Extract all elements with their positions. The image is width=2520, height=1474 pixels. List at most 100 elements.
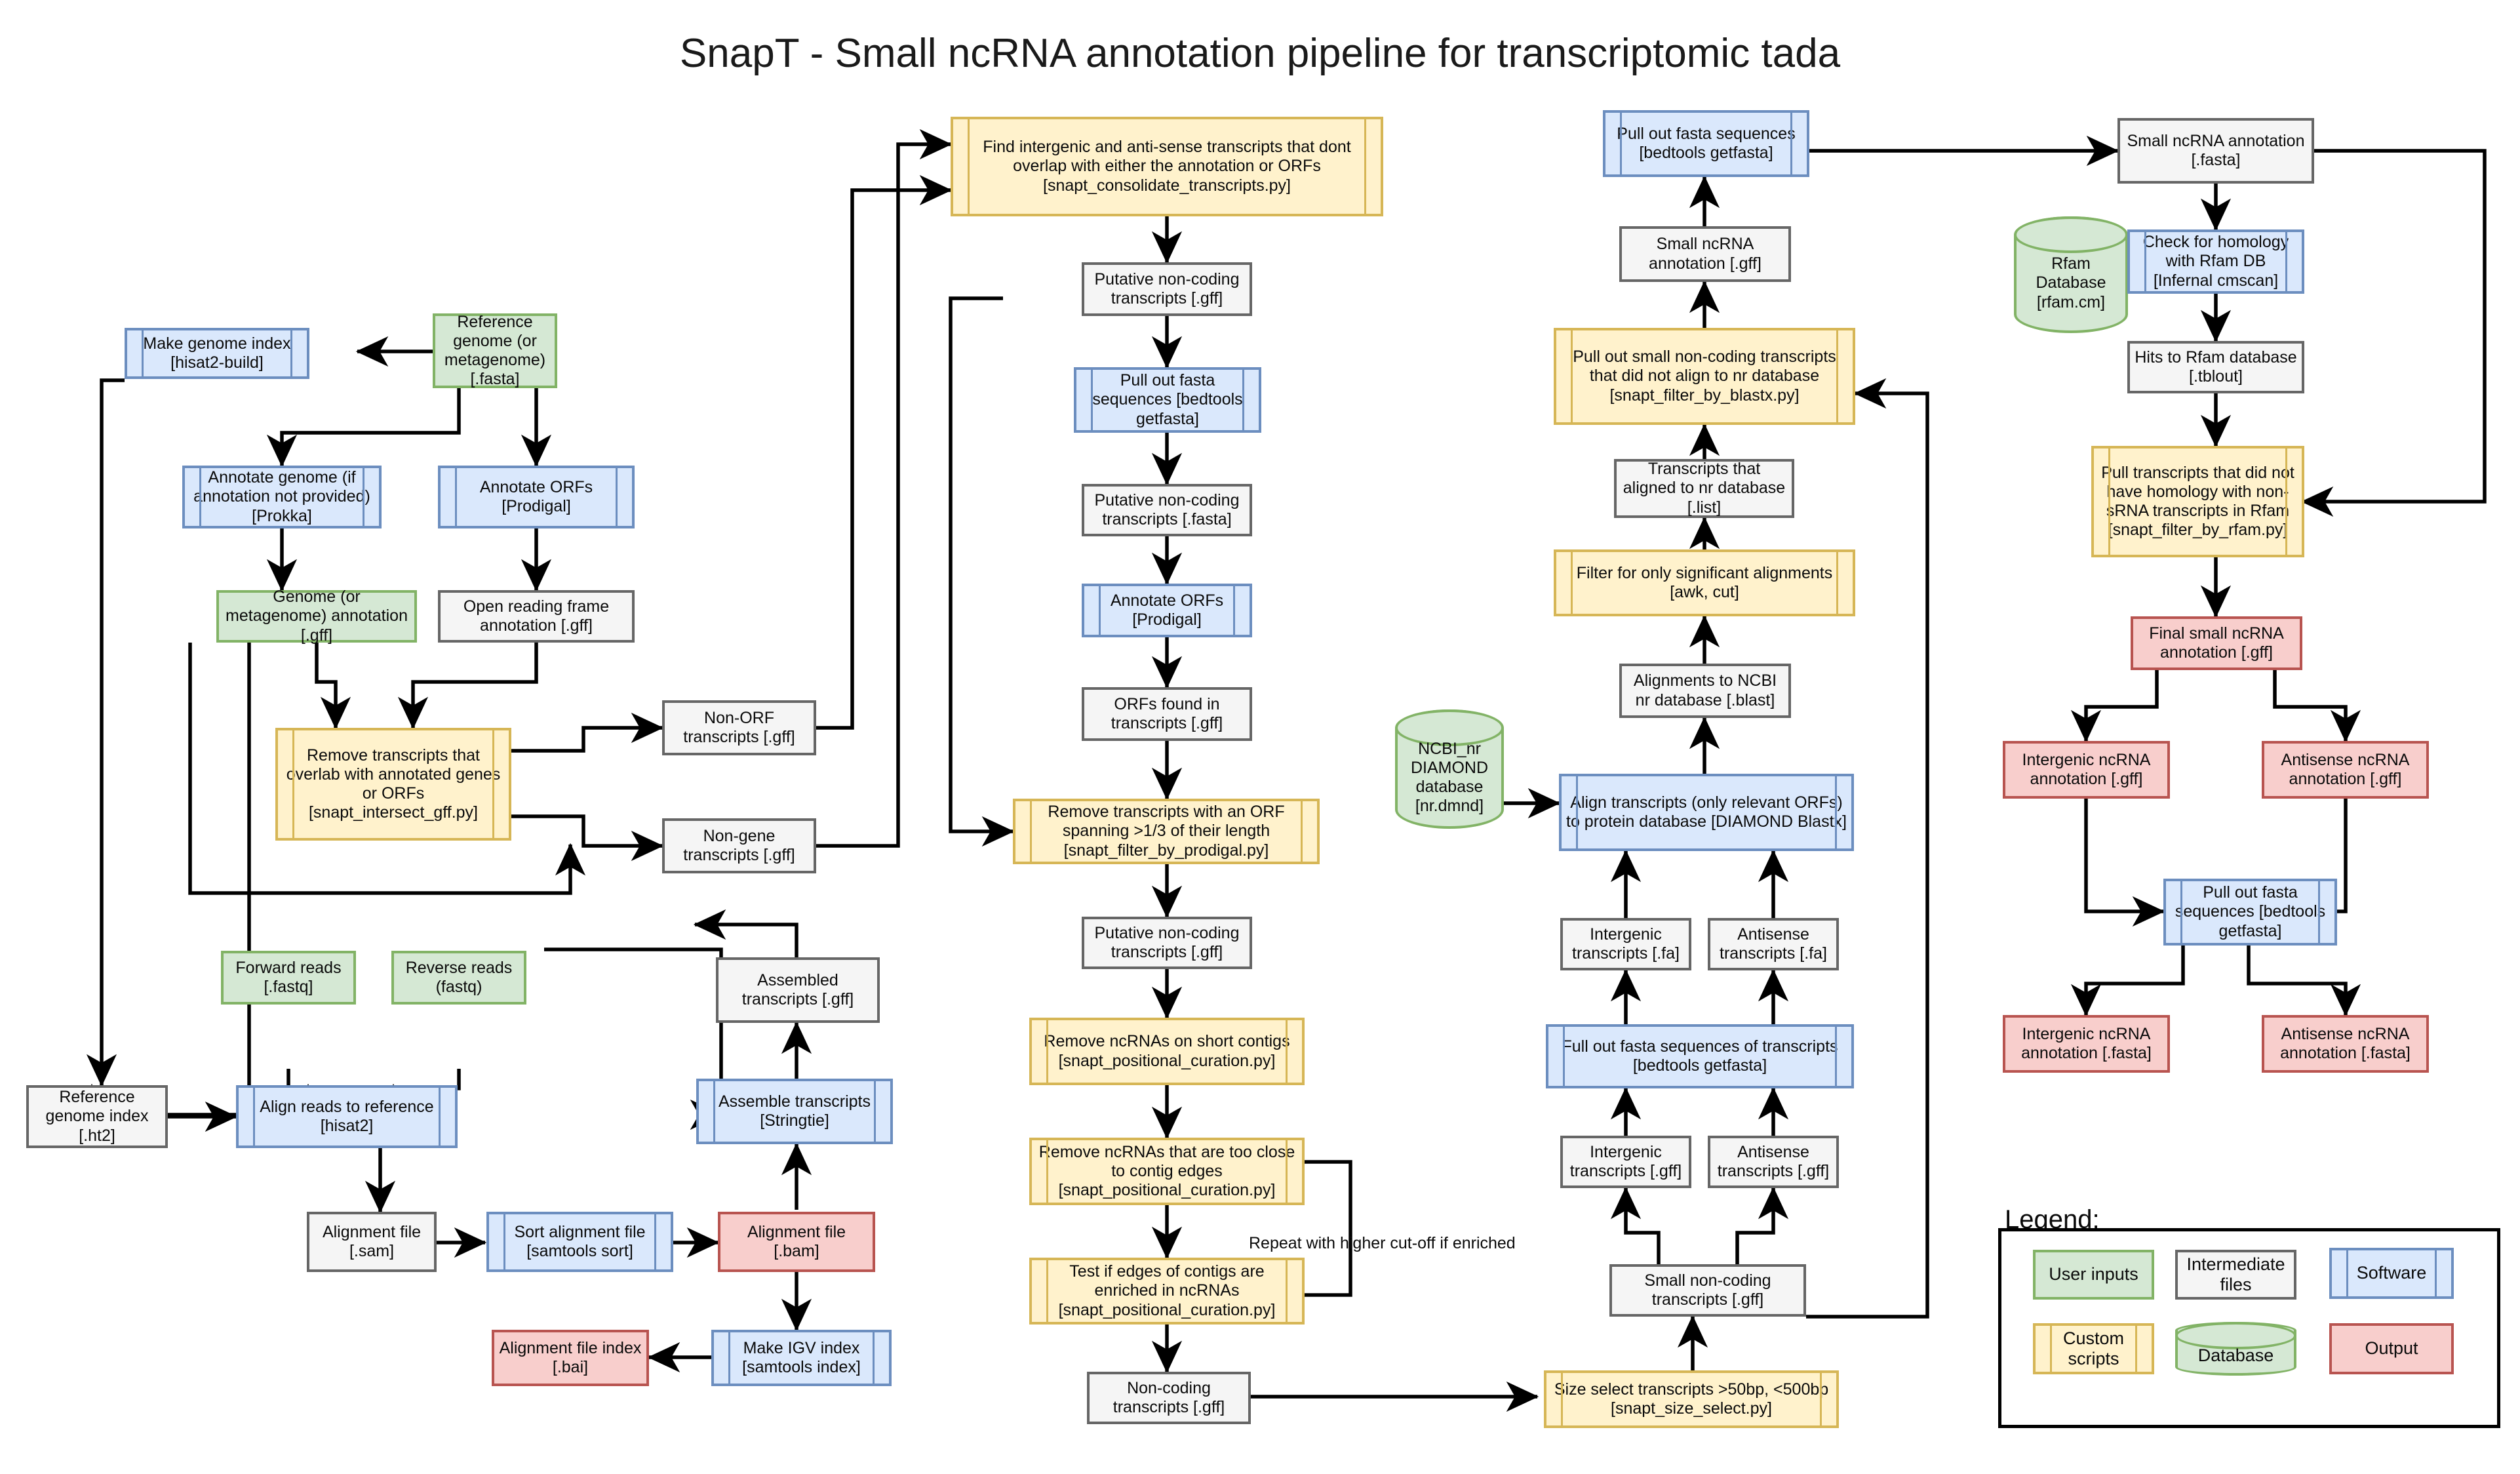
node-label: Antisense transcripts [.gff]	[1717, 1142, 1830, 1180]
node-label: Antisense ncRNA annotation [.gff]	[2281, 750, 2410, 788]
node-make-genome-index[interactable]: Make genome index [hisat2-build]	[125, 328, 309, 379]
node-label: Reference genome (or metagenome) [.fasta…	[444, 312, 546, 389]
node-assembled-transcripts[interactable]: Assembled transcripts [.gff]	[716, 957, 880, 1023]
node-forward-reads[interactable]: Forward reads [.fastq]	[221, 951, 356, 1005]
node-rfam-database[interactable]: Rfam Database [rfam.cm]	[2014, 216, 2128, 333]
node-reference-genome[interactable]: Reference genome (or metagenome) [.fasta…	[433, 313, 557, 388]
node-non-gene-transcripts[interactable]: Non-gene transcripts [.gff]	[662, 818, 816, 873]
node-label: Full out fasta sequences of transcripts …	[1562, 1037, 1838, 1075]
node-label: Intergenic ncRNA annotation [.fasta]	[2021, 1024, 2152, 1062]
legend-label: Output	[2365, 1338, 2418, 1359]
node-ncbi-nr-database[interactable]: NCBI_nr DIAMOND database [nr.dmnd]	[1395, 709, 1504, 829]
page-title: SnapT - Small ncRNA annotation pipeline …	[679, 31, 1841, 76]
node-assemble-transcripts[interactable]: Assemble transcripts [Stringtie]	[696, 1079, 893, 1144]
node-annotate-orfs-left[interactable]: Annotate ORFs [Prodigal]	[438, 466, 635, 528]
node-label: Rfam Database [rfam.cm]	[2036, 254, 2106, 311]
node-label: Test if edges of contigs are enriched in…	[1058, 1262, 1276, 1319]
node-label: Reverse reads (fastq)	[405, 958, 513, 996]
node-label: Intergenic transcripts [.fa]	[1572, 925, 1680, 963]
node-final-small-ncrna[interactable]: Final small ncRNA annotation [.gff]	[2131, 616, 2302, 670]
node-pull-fasta-col3[interactable]: Pull out fasta sequences [bedtools getfa…	[1603, 110, 1809, 177]
node-sort-alignment[interactable]: Sort alignment file [samtools sort]	[486, 1212, 673, 1272]
node-non-orf-transcripts[interactable]: Non-ORF transcripts [.gff]	[662, 700, 816, 755]
node-label: Make genome index [hisat2-build]	[143, 334, 291, 372]
edge-label-repeat-cutoff: Repeat with higher cut-off if enriched	[1249, 1234, 1516, 1252]
node-pull-small-noncoding[interactable]: Pull out small non-coding transcripts th…	[1554, 328, 1855, 425]
node-intergenic-ncrna-fasta[interactable]: Intergenic ncRNA annotation [.fasta]	[2003, 1015, 2170, 1073]
node-putative-fasta[interactable]: Putative non-coding transcripts [.fasta]	[1082, 484, 1252, 536]
node-small-ncrna-gff[interactable]: Small ncRNA annotation [.gff]	[1619, 226, 1791, 282]
node-filter-significant[interactable]: Filter for only significant alignments […	[1554, 549, 1855, 616]
node-alignment-sam[interactable]: Alignment file [.sam]	[307, 1212, 437, 1272]
node-label: Remove ncRNAs on short contigs [snapt_po…	[1044, 1032, 1290, 1070]
node-small-noncoding-gff[interactable]: Small non-coding transcripts [.gff]	[1609, 1264, 1806, 1317]
node-label: Alignment file [.bam]	[747, 1222, 846, 1260]
node-label: Small non-coding transcripts [.gff]	[1644, 1271, 1771, 1309]
node-pull-fasta-mid[interactable]: Pull out fasta sequences [bedtools getfa…	[1074, 367, 1261, 433]
legend-item-database: Database	[2175, 1322, 2296, 1376]
node-pull-fasta-right[interactable]: Pull out fasta sequences [bedtools getfa…	[2163, 879, 2337, 946]
node-orf-annotation[interactable]: Open reading frame annotation [.gff]	[438, 590, 635, 643]
node-antisense-gff-mid[interactable]: Antisense transcripts [.gff]	[1708, 1136, 1839, 1188]
node-antisense-ncrna-fasta[interactable]: Antisense ncRNA annotation [.fasta]	[2262, 1015, 2429, 1073]
legend-item-output: Output	[2329, 1323, 2454, 1374]
node-label: Filter for only significant alignments […	[1576, 563, 1833, 601]
node-label: Small ncRNA annotation [.gff]	[1649, 235, 1762, 273]
node-transcripts-aligned-list[interactable]: Transcripts that aligned to nr database …	[1614, 459, 1794, 518]
node-intergenic-fa[interactable]: Intergenic transcripts [.fa]	[1560, 918, 1691, 970]
node-putative-gff-2[interactable]: Putative non-coding transcripts [.gff]	[1082, 917, 1252, 969]
node-label: Alignment file index [.bai]	[499, 1338, 642, 1376]
node-intergenic-ncrna-gff[interactable]: Intergenic ncRNA annotation [.gff]	[2003, 741, 2170, 799]
legend-label: Custom scripts	[2062, 1328, 2125, 1368]
node-antisense-fa[interactable]: Antisense transcripts [.fa]	[1708, 918, 1839, 970]
node-label: Alignment file [.sam]	[322, 1222, 422, 1260]
node-make-igv-index[interactable]: Make IGV index [samtools index]	[711, 1330, 892, 1386]
node-alignments-blast[interactable]: Alignments to NCBI nr database [.blast]	[1619, 664, 1791, 718]
node-label: Intergenic ncRNA annotation [.gff]	[2022, 750, 2151, 788]
node-small-ncrna-fasta[interactable]: Small ncRNA annotation [.fasta]	[2117, 118, 2314, 184]
node-label: Pull out small non-coding transcripts th…	[1573, 348, 1836, 405]
node-label: Pull transcripts that did not have homol…	[2101, 463, 2294, 540]
node-label: Non-gene transcripts [.gff]	[683, 826, 795, 864]
node-label: Align reads to reference [hisat2]	[260, 1097, 434, 1135]
node-test-edges[interactable]: Test if edges of contigs are enriched in…	[1029, 1258, 1305, 1325]
node-reference-genome-index[interactable]: Reference genome index [.ht2]	[26, 1085, 168, 1148]
legend-box: User inputs Intermediate files Software …	[1998, 1228, 2500, 1428]
node-hits-rfam[interactable]: Hits to Rfam database [.tblout]	[2127, 341, 2304, 393]
node-remove-short-contigs[interactable]: Remove ncRNAs on short contigs [snapt_po…	[1029, 1018, 1305, 1085]
node-label: Forward reads [.fastq]	[235, 958, 342, 996]
node-label: Pull out fasta sequences [bedtools getfa…	[2175, 883, 2326, 940]
node-align-reads[interactable]: Align reads to reference [hisat2]	[236, 1085, 458, 1148]
node-annotate-orfs-mid[interactable]: Annotate ORFs [Prodigal]	[1082, 584, 1252, 637]
node-remove-orf-span[interactable]: Remove transcripts with an ORF spanning …	[1013, 799, 1320, 864]
node-label: Hits to Rfam database [.tblout]	[2135, 348, 2297, 386]
node-noncoding-gff[interactable]: Non-coding transcripts [.gff]	[1087, 1372, 1251, 1424]
node-label: ORFs found in transcripts [.gff]	[1111, 694, 1223, 732]
node-label: Align transcripts (only relevant ORFs) t…	[1566, 793, 1847, 831]
node-remove-close-edges[interactable]: Remove ncRNAs that are too close to cont…	[1029, 1138, 1305, 1205]
node-label: Intergenic transcripts [.gff]	[1569, 1142, 1682, 1180]
node-pull-no-homology[interactable]: Pull transcripts that did not have homol…	[2091, 446, 2304, 557]
node-remove-overlap[interactable]: Remove transcripts that overlab with ann…	[275, 728, 511, 841]
node-find-intergenic[interactable]: Find intergenic and anti-sense transcrip…	[951, 117, 1383, 216]
node-check-homology[interactable]: Check for homology with Rfam DB [Inferna…	[2127, 229, 2304, 294]
node-putative-gff-1[interactable]: Putative non-coding transcripts [.gff]	[1082, 262, 1252, 316]
node-label: Reference genome index [.ht2]	[45, 1088, 149, 1145]
node-size-select[interactable]: Size select transcripts >50bp, <500bp [s…	[1544, 1370, 1839, 1428]
node-antisense-ncrna-gff[interactable]: Antisense ncRNA annotation [.gff]	[2262, 741, 2429, 799]
node-orfs-found[interactable]: ORFs found in transcripts [.gff]	[1082, 687, 1252, 741]
node-align-transcripts[interactable]: Align transcripts (only relevant ORFs) t…	[1559, 774, 1854, 851]
node-full-out-fasta[interactable]: Full out fasta sequences of transcripts …	[1546, 1024, 1854, 1088]
node-label: Assembled transcripts [.gff]	[741, 970, 854, 1008]
flowchart-canvas: SnapT - Small ncRNA annotation pipeline …	[0, 0, 2520, 1474]
node-annotate-genome[interactable]: Annotate genome (if annotation not provi…	[182, 466, 382, 528]
node-alignment-bai[interactable]: Alignment file index [.bai]	[492, 1330, 649, 1386]
node-intergenic-gff-mid[interactable]: Intergenic transcripts [.gff]	[1560, 1136, 1691, 1188]
node-alignment-bam[interactable]: Alignment file [.bam]	[718, 1212, 875, 1272]
legend-item-intermediate-files: Intermediate files	[2175, 1250, 2296, 1300]
node-genome-annotation[interactable]: Genome (or metagenome) annotation [.gff]	[216, 588, 417, 645]
node-reverse-reads[interactable]: Reverse reads (fastq)	[391, 951, 526, 1005]
node-label: Annotate ORFs [Prodigal]	[1110, 591, 1224, 629]
node-label: Non-ORF transcripts [.gff]	[683, 708, 795, 746]
node-label: Annotate genome (if annotation not provi…	[193, 468, 370, 525]
